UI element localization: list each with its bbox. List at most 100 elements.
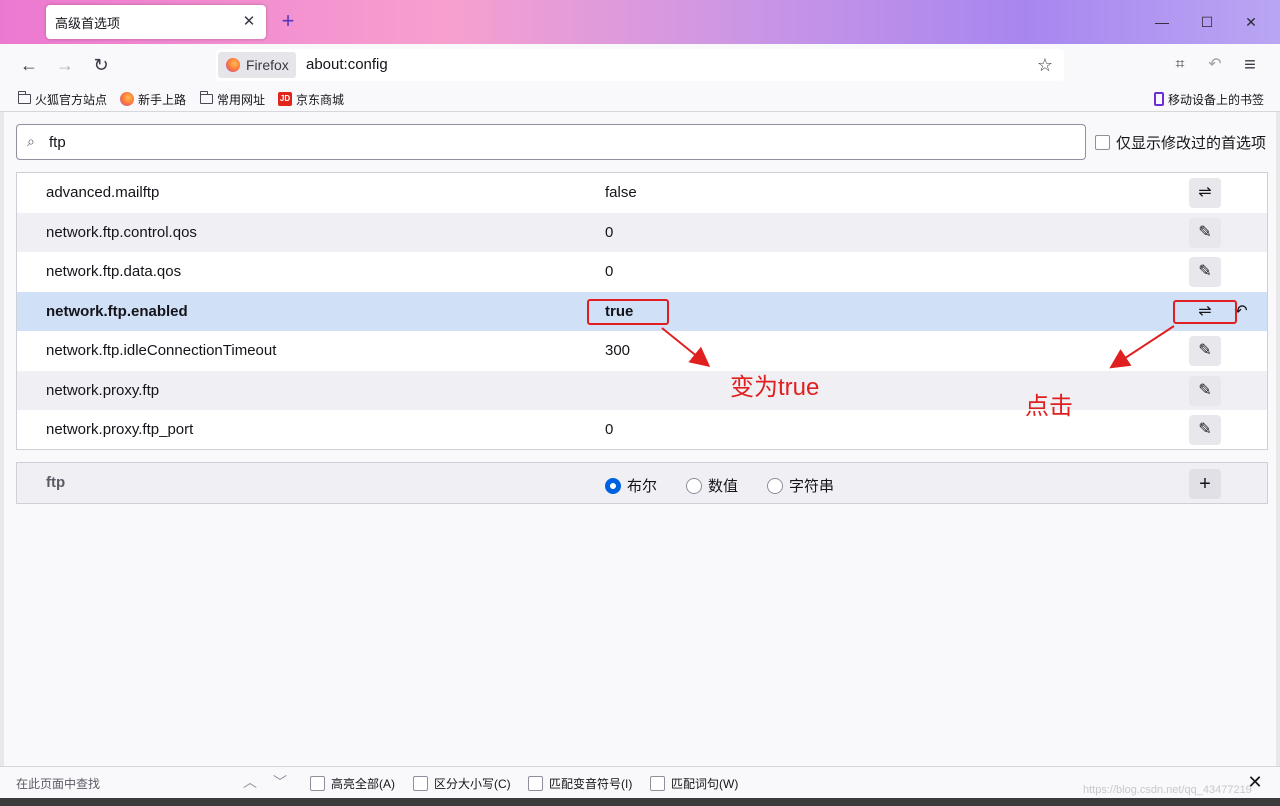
highlight-all-checkbox[interactable]: 高亮全部(A) [310, 775, 395, 792]
close-window-icon[interactable]: ✕ [1241, 12, 1261, 32]
bookmark-label: 新手上路 [138, 92, 187, 107]
pref-name: network.ftp.enabled [46, 302, 188, 320]
new-pref-name: ftp [46, 474, 66, 491]
find-option-label: 高亮全部(A) [331, 777, 395, 791]
tab-close-icon[interactable]: ✕ [240, 13, 258, 31]
annotation-toggle-box [1173, 300, 1237, 324]
edit-icon[interactable]: ✎ [1189, 375, 1221, 406]
search-icon: ⌕ [27, 133, 35, 149]
add-preference-row: ftp 布尔 数值 字符串 + [16, 462, 1268, 504]
pref-row[interactable]: network.ftp.idleConnectionTimeout 300 ✎ [17, 331, 1267, 371]
pref-name: network.proxy.ftp_port [46, 421, 194, 438]
find-previous-icon[interactable]: ︿ [240, 772, 260, 792]
undo-icon[interactable]: ↶ [1202, 52, 1228, 78]
checkbox-box[interactable] [413, 776, 428, 791]
bookmark-jd[interactable]: JD 京东商城 [278, 90, 344, 108]
url-text[interactable]: about:config [306, 56, 388, 73]
preference-search-input[interactable]: ⌕ ftp [16, 124, 1086, 160]
pref-name: network.proxy.ftp [46, 381, 160, 399]
maximize-icon[interactable]: ☐ [1197, 12, 1217, 32]
jd-icon: JD [278, 92, 292, 106]
edit-icon[interactable]: ✎ [1189, 257, 1221, 287]
pref-name: advanced.mailftp [46, 184, 160, 201]
annotation-value-box [587, 299, 669, 325]
find-option-label: 匹配词句(W) [671, 777, 739, 791]
minimize-icon[interactable]: — [1152, 12, 1172, 32]
radio-unselected[interactable] [767, 477, 783, 494]
pref-row[interactable]: network.proxy.ftp_port 0 ✎ [17, 410, 1267, 450]
screenshot-crop-icon[interactable]: ⌗ [1167, 52, 1193, 78]
annotation-click-note: 点击 [1025, 393, 1073, 420]
background-status-bar [0, 798, 1280, 806]
tab-title: 高级首选项 [55, 15, 121, 31]
type-radio-boolean[interactable]: 布尔 [605, 475, 657, 496]
find-next-icon[interactable]: ﹀ [270, 772, 290, 792]
firefox-logo-icon [226, 58, 240, 72]
pref-name: network.ftp.data.qos [46, 263, 182, 280]
checkbox-box[interactable] [1095, 134, 1110, 150]
pref-row[interactable]: network.proxy.ftp ✎ [17, 370, 1267, 410]
bookmark-star-icon[interactable]: ☆ [1032, 52, 1058, 78]
url-bar[interactable]: Firefox about:config ☆ [216, 49, 1064, 81]
new-tab-plus-icon[interactable]: + [276, 10, 300, 34]
pref-name: network.ftp.control.qos [46, 223, 197, 241]
pref-row[interactable]: network.ftp.control.qos 0 ✎ [17, 212, 1267, 252]
reload-icon[interactable]: ↻ [88, 52, 114, 78]
bookmark-firefox-site[interactable]: 火狐官方站点 [18, 90, 107, 108]
background-window-edge [1276, 112, 1280, 766]
hamburger-menu-icon[interactable]: ≡ [1237, 52, 1263, 78]
mobile-bookmarks-label: 移动设备上的书签 [1168, 92, 1265, 107]
type-radio-string[interactable]: 字符串 [767, 475, 834, 496]
bookmark-getting-started[interactable]: 新手上路 [120, 90, 186, 108]
find-option-label: 匹配变音符号(I) [549, 777, 633, 791]
search-value[interactable]: ftp [49, 134, 66, 151]
pref-value: 300 [605, 342, 631, 359]
checkbox-box[interactable] [310, 776, 325, 791]
find-option-label: 区分大小写(C) [434, 777, 511, 791]
show-modified-only-label: 仅显示修改过的首选项 [1116, 134, 1267, 152]
whole-words-checkbox[interactable]: 匹配词句(W) [650, 775, 738, 792]
pref-row[interactable]: advanced.mailftp false ⇌ [17, 173, 1267, 213]
navigation-toolbar: ← → ↻ Firefox about:config ☆ ⌗ ↶ ≡ [0, 44, 1280, 86]
pref-name: network.ftp.idleConnectionTimeout [46, 342, 277, 359]
bookmarks-toolbar: 火狐官方站点 新手上路 常用网址 JD 京东商城 移动设备上的书签 [0, 86, 1280, 112]
radio-selected[interactable] [605, 477, 621, 494]
edit-icon[interactable]: ✎ [1189, 217, 1221, 248]
mobile-bookmarks[interactable]: 移动设备上的书签 [1154, 90, 1264, 108]
edit-icon[interactable]: ✎ [1189, 336, 1221, 366]
bookmark-label: 火狐官方站点 [35, 92, 108, 107]
firefox-icon [120, 92, 134, 106]
bookmark-label: 常用网址 [217, 92, 266, 107]
folder-icon [18, 91, 31, 104]
watermark: https://blog.csdn.net/qq_43477219 [1083, 784, 1252, 796]
radio-label: 数值 [708, 478, 739, 495]
pref-value: false [605, 184, 637, 201]
pref-value: 0 [605, 421, 614, 438]
about-config-page: ⌕ ftp 仅显示修改过的首选项 advanced.mailftp false … [4, 112, 1276, 766]
toggle-icon[interactable]: ⇌ [1189, 178, 1221, 208]
identity-box[interactable]: Firefox [218, 52, 296, 78]
back-arrow-icon[interactable]: ← [16, 52, 42, 78]
show-modified-only-checkbox[interactable]: 仅显示修改过的首选项 [1095, 132, 1266, 152]
add-plus-icon[interactable]: + [1189, 469, 1221, 499]
forward-arrow-icon[interactable]: → [52, 52, 78, 78]
folder-icon [200, 91, 213, 104]
edit-icon[interactable]: ✎ [1189, 415, 1221, 445]
tab-advanced-preferences[interactable]: 高级首选项 ✕ [46, 5, 266, 39]
mobile-device-icon [1154, 92, 1164, 106]
pref-value: 0 [605, 263, 614, 280]
radio-label: 字符串 [789, 478, 835, 495]
match-diacritics-checkbox[interactable]: 匹配变音符号(I) [528, 775, 632, 792]
type-radio-number[interactable]: 数值 [686, 475, 738, 496]
pref-value: 0 [605, 223, 614, 241]
checkbox-box[interactable] [528, 776, 543, 791]
pref-row[interactable]: network.ftp.data.qos 0 ✎ [17, 252, 1267, 292]
match-case-checkbox[interactable]: 区分大小写(C) [413, 775, 511, 792]
bookmark-label: 京东商城 [296, 92, 345, 107]
title-bar: 高级首选项 ✕ + — ☐ ✕ [0, 0, 1280, 44]
radio-unselected[interactable] [686, 477, 702, 494]
bookmark-common-sites[interactable]: 常用网址 [200, 90, 265, 108]
annotation-value-note: 变为true [730, 374, 820, 401]
checkbox-box[interactable] [650, 776, 665, 791]
find-input[interactable]: 在此页面中查找 [16, 775, 100, 792]
